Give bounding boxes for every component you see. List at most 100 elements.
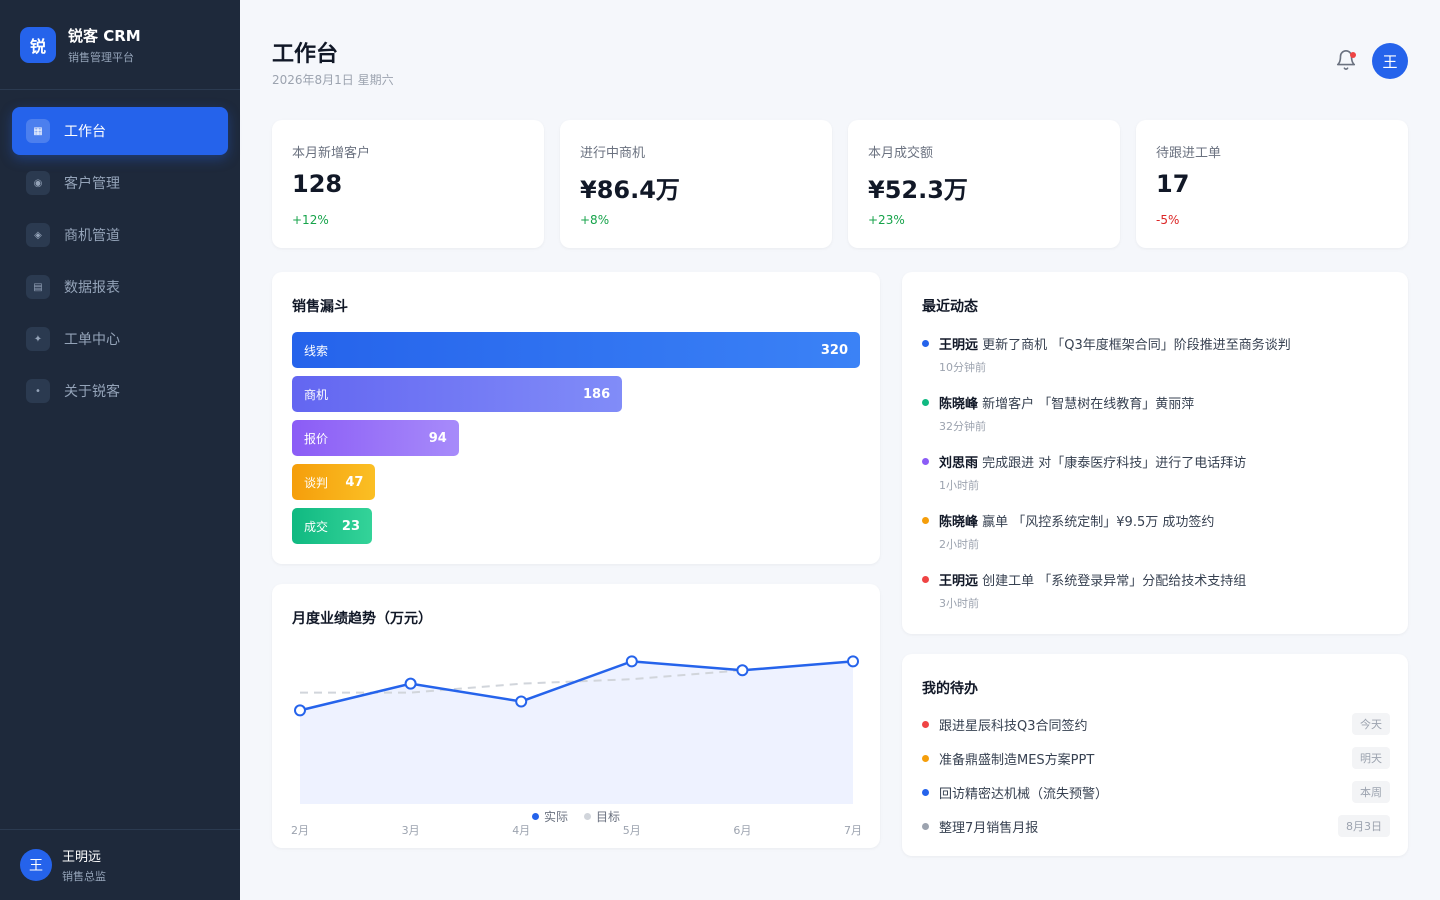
- funnel-bar[interactable]: 商机 186: [292, 376, 623, 412]
- sidebar-item-1[interactable]: ◉ 客户管理: [12, 159, 228, 207]
- stat-card[interactable]: 本月新增客户 128 +12%: [272, 120, 544, 248]
- activity-user: 陈晓峰: [939, 515, 979, 530]
- grid-icon: ▦: [26, 119, 50, 143]
- todo-text: 跟进星辰科技Q3合同签约: [939, 719, 1088, 734]
- brand-name: 锐客 CRM: [68, 26, 141, 45]
- sidebar-item-2[interactable]: ◈ 商机管道: [12, 211, 228, 259]
- x-tick-label: 6月: [733, 824, 751, 837]
- todo-text: 准备鼎盛制造MES方案PPT: [939, 753, 1095, 768]
- funnel-stage-label: 线索: [304, 343, 329, 358]
- trend-card: 月度业绩趋势（万元） 2月 3月 4月 5月 6月 7月 实际 目标: [272, 584, 880, 848]
- brand-logo: 锐: [20, 26, 56, 63]
- activity-line: 刘思雨 完成跟进 对「康泰医疗科技」进行了电话拜访: [939, 452, 1246, 471]
- funnel-stage-value: 23: [341, 518, 360, 534]
- activity-line: 陈晓峰 新增客户 「智慧树在线教育」黄丽萍: [939, 393, 1194, 412]
- page-date: 2026年8月1日 星期六: [272, 73, 394, 87]
- activity-time: 3小时前: [939, 597, 979, 610]
- activity-dot: [922, 458, 929, 465]
- sidebar-item-label: 工作台: [64, 124, 106, 140]
- funnel-stage-label: 谈判: [304, 475, 329, 490]
- actual-point[interactable]: [847, 655, 859, 668]
- todo-title: 我的待办: [922, 681, 978, 697]
- sidebar-nav: ▦ 工作台 ◉ 客户管理 ◈ 商机管道 ▤ 数据报表 ✦ 工单中心 • 关于锐客: [0, 90, 240, 436]
- stat-value: 17: [1156, 170, 1190, 198]
- user-profile[interactable]: 王 王明远 销售总监: [0, 829, 240, 900]
- funnel-stage-value: 47: [345, 474, 364, 490]
- stat-label: 本月成交额: [868, 146, 934, 161]
- todo-due-badge: 明天: [1352, 747, 1390, 769]
- todo-priority-dot: [922, 755, 929, 762]
- funnel-title: 销售漏斗: [292, 299, 348, 315]
- activity-line: 陈晓峰 赢单 「风控系统定制」¥9.5万 成功签约: [939, 511, 1214, 530]
- activity-text: 创建工单 「系统登录异常」分配给技术支持组: [978, 574, 1247, 589]
- customer-icon: ◉: [26, 171, 50, 195]
- stat-card[interactable]: 进行中商机 ¥86.4万 +8%: [560, 120, 832, 248]
- legend-target-dot: [584, 813, 591, 820]
- brand[interactable]: 锐 锐客 CRM 销售管理平台: [0, 0, 240, 90]
- activity-dot: [922, 517, 929, 524]
- header-avatar[interactable]: 王: [1372, 43, 1408, 79]
- activity-line: 王明远 更新了商机 「Q3年度框架合同」阶段推进至商务谈判: [939, 334, 1291, 353]
- todo-priority-dot: [922, 789, 929, 796]
- activity-text: 新增客户 「智慧树在线教育」黄丽萍: [978, 397, 1195, 412]
- funnel-bar[interactable]: 谈判 47: [292, 464, 376, 500]
- x-tick-label: 3月: [402, 824, 420, 837]
- ticket-icon: ✦: [26, 327, 50, 351]
- activity-card: 最近动态 王明远 更新了商机 「Q3年度框架合同」阶段推进至商务谈判 10分钟前…: [902, 272, 1408, 634]
- sidebar-item-label: 关于锐客: [64, 384, 120, 400]
- legend-actual-label: 实际: [543, 810, 568, 824]
- sidebar-item-5[interactable]: • 关于锐客: [12, 367, 228, 415]
- activity-line: 王明远 创建工单 「系统登录异常」分配给技术支持组: [939, 570, 1246, 589]
- funnel-card: 销售漏斗 线索 320 商机 186 报价 94 谈判 47 成交 23: [272, 272, 880, 564]
- stat-change: +23%: [868, 213, 905, 227]
- stat-value: ¥52.3万: [868, 176, 968, 204]
- funnel-bar[interactable]: 报价 94: [292, 420, 459, 456]
- actual-point[interactable]: [736, 664, 749, 677]
- todo-item[interactable]: 跟进星辰科技Q3合同签约 今天: [922, 713, 1390, 735]
- activity-time: 32分钟前: [939, 420, 986, 433]
- sidebar-item-3[interactable]: ▤ 数据报表: [12, 263, 228, 311]
- info-icon: •: [26, 379, 50, 403]
- sidebar-item-label: 客户管理: [64, 176, 120, 192]
- stat-card[interactable]: 本月成交额 ¥52.3万 +23%: [848, 120, 1120, 248]
- todo-due-badge: 今天: [1352, 713, 1390, 735]
- funnel-bar[interactable]: 线索 320: [292, 332, 860, 368]
- actual-point[interactable]: [515, 695, 528, 708]
- todo-item[interactable]: 整理7月销售月报 8月3日: [922, 815, 1390, 837]
- todo-text: 整理7月销售月报: [939, 821, 1039, 836]
- activity-dot: [922, 576, 929, 583]
- activity-user: 刘思雨: [939, 456, 979, 471]
- todo-due-badge: 8月3日: [1338, 815, 1390, 837]
- activity-time: 2小时前: [939, 538, 979, 551]
- actual-area: [300, 661, 853, 804]
- todo-priority-dot: [922, 721, 929, 728]
- stat-label: 进行中商机: [580, 146, 646, 161]
- actual-point[interactable]: [404, 677, 417, 690]
- x-tick-label: 2月: [291, 824, 309, 837]
- sidebar-item-0[interactable]: ▦ 工作台: [12, 107, 228, 155]
- todo-item[interactable]: 准备鼎盛制造MES方案PPT 明天: [922, 747, 1390, 769]
- stat-change: +12%: [292, 213, 329, 227]
- todo-due-badge: 本周: [1352, 781, 1390, 803]
- activity-text: 赢单 「风控系统定制」¥9.5万 成功签约: [978, 515, 1215, 530]
- sidebar-item-4[interactable]: ✦ 工单中心: [12, 315, 228, 363]
- stat-card[interactable]: 待跟进工单 17 -5%: [1136, 120, 1408, 248]
- funnel-bar[interactable]: 成交 23: [292, 508, 372, 544]
- todo-item[interactable]: 回访精密达机械（流失预警） 本周: [922, 781, 1390, 803]
- stat-label: 待跟进工单: [1156, 146, 1222, 161]
- pipeline-icon: ◈: [26, 223, 50, 247]
- x-tick-label: 5月: [623, 824, 641, 837]
- activity-dot: [922, 340, 929, 347]
- legend-actual[interactable]: 实际: [531, 808, 568, 825]
- funnel-stage-value: 186: [583, 386, 611, 402]
- stat-label: 本月新增客户: [292, 146, 371, 161]
- activity-title: 最近动态: [922, 299, 978, 315]
- actual-point[interactable]: [625, 655, 638, 668]
- todo-text: 回访精密达机械（流失预警）: [939, 787, 1109, 802]
- legend-target[interactable]: 目标: [584, 808, 620, 825]
- actual-point[interactable]: [294, 704, 306, 717]
- report-icon: ▤: [26, 275, 50, 299]
- legend-target-label: 目标: [596, 810, 621, 824]
- x-tick-label: 4月: [512, 824, 530, 837]
- stat-value: 128: [292, 170, 343, 198]
